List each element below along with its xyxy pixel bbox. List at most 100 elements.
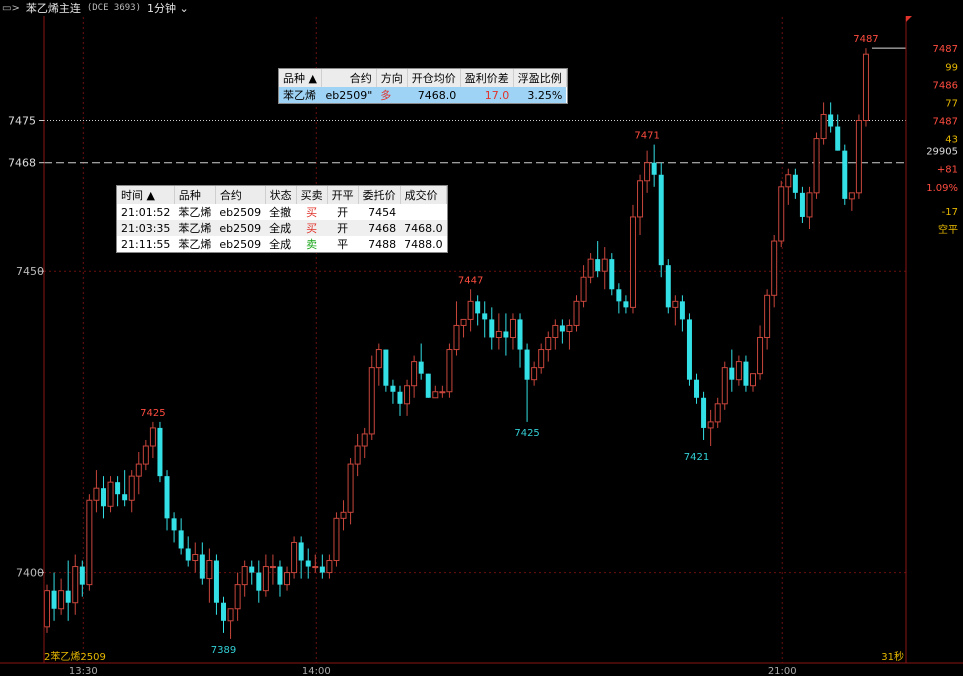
order-row[interactable]: 21:11:55 苯乙烯 eb2509 全成 卖 平 7488 7488.0 [117,236,447,252]
extreme-price-label: 7421 [684,452,709,463]
candle-body [361,433,368,447]
order-cell: 7488 [368,237,397,251]
x-tick-label: 14:00 [302,666,331,676]
position-panel: 品种 ▲ 合约 方向 开仓均价 盈利价差 浮盈比例 苯乙烯 eb2509" 多 7468.0 17… [278,68,568,104]
candle-body [757,337,764,375]
price-panel-value: 空平 [938,223,958,236]
order-cell: 苯乙烯 [178,206,212,219]
candle-body [241,566,248,586]
candle-body [694,379,700,398]
order-row[interactable]: 21:01:52 苯乙烯 eb2509 全撤 买 开 7454 [117,204,447,220]
extreme-price-label: 7447 [458,275,483,286]
x-tick-label: 13:30 [69,666,98,676]
candle-body [848,192,855,200]
candle-body [813,138,820,194]
candle-body [65,590,71,603]
period-selector[interactable]: 1分钟 ⌄ [147,0,189,16]
candle-body [390,385,396,392]
candle-body [467,300,474,320]
order-cell: eb2509 [219,205,262,219]
orders-column-header[interactable]: 开平 [327,186,359,204]
position-column-header[interactable]: 盈利价差 [460,69,514,87]
candle-body [862,53,869,121]
order-cell: 7454 [368,205,397,219]
candle-body [439,391,446,394]
candle-body [206,560,213,580]
order-cell: 苯乙烯 [178,238,212,251]
candle-body [213,560,219,603]
candle-body [489,319,495,338]
candle-body [714,403,721,423]
order-cell: 7468 [368,221,397,235]
order-cell: 21:11:55 [121,237,171,251]
candle-body [269,566,276,569]
candle-body [701,397,707,428]
candle-body [284,572,291,586]
price-panel-value: 7487 [933,44,958,55]
candle-body [44,590,50,628]
order-row[interactable]: 21:03:35 苯乙烯 eb2509 全成 买 开 7468 7468.0 [117,220,447,236]
orders-column-header[interactable]: 委托价 [358,186,401,204]
price-panel-value: +81 [937,165,958,176]
price-panel-value: 7486 [933,80,958,91]
candle-body [347,463,354,513]
candle-body [672,300,679,308]
candle-body [375,349,382,369]
position-column-header[interactable]: 方向 [376,69,408,87]
candle-body [665,265,671,308]
order-cell: 开 [337,222,349,235]
candle-body [51,590,57,609]
candle-body [128,475,135,501]
candle-body [531,367,538,381]
candle-body [707,421,714,429]
position-column-header[interactable]: 开仓均价 [407,69,461,87]
orders-column-header[interactable]: 状态 [265,186,297,204]
candle-body [192,554,199,562]
candle-body [820,113,827,140]
position-column-header[interactable]: 合约 [321,69,377,87]
position-row[interactable]: 苯乙烯 eb2509" 多 7468.0 17.0 3.25% [279,87,567,103]
candle-body [135,463,142,477]
candle-body [277,566,283,585]
candle-body [383,349,389,386]
exchange-code: (DCE 3693) [86,3,142,13]
candle-body [178,530,184,549]
candle-body [601,258,608,272]
candle-body [566,324,573,332]
candle-body [806,192,813,218]
candle-body [199,554,205,579]
candle-body [460,318,467,326]
candle-body [835,126,841,151]
candle-body [595,259,601,272]
extreme-price-label: 7487 [853,34,878,45]
candle-body [107,481,114,507]
candle-body [256,572,262,591]
position-cell: 多 [380,89,392,102]
orders-column-header[interactable]: 合约 [215,186,266,204]
candle-body [729,367,735,380]
position-cell: 苯乙烯 [283,89,316,102]
position-column-header[interactable]: 品种 ▲ [279,69,322,87]
orders-column-header[interactable]: 买卖 [296,186,328,204]
candle-body [495,330,502,339]
orders-column-header[interactable]: 品种 [174,186,216,204]
order-cell: 开 [337,206,349,219]
candle-body [93,487,100,501]
candle-body [453,324,460,351]
candle-body [616,289,622,302]
candle-body [609,259,615,290]
instrument-name: 苯乙烯主连 [25,2,81,15]
candle-body [157,427,163,477]
position-column-header[interactable]: 浮盈比例 [513,69,567,87]
candle-body [221,602,226,621]
orders-column-header[interactable]: 时间 ▲ [117,186,175,204]
countdown-label: 31秒 [881,650,904,663]
candle-body [842,150,848,199]
candle-body [425,373,431,398]
orders-column-header[interactable]: 成交价 [400,186,448,204]
candle-body [855,120,862,194]
candle-body [651,162,657,175]
window-switch-icon[interactable]: ▭> [2,3,20,14]
order-cell: 21:01:52 [121,205,171,219]
candle-body [828,114,834,127]
